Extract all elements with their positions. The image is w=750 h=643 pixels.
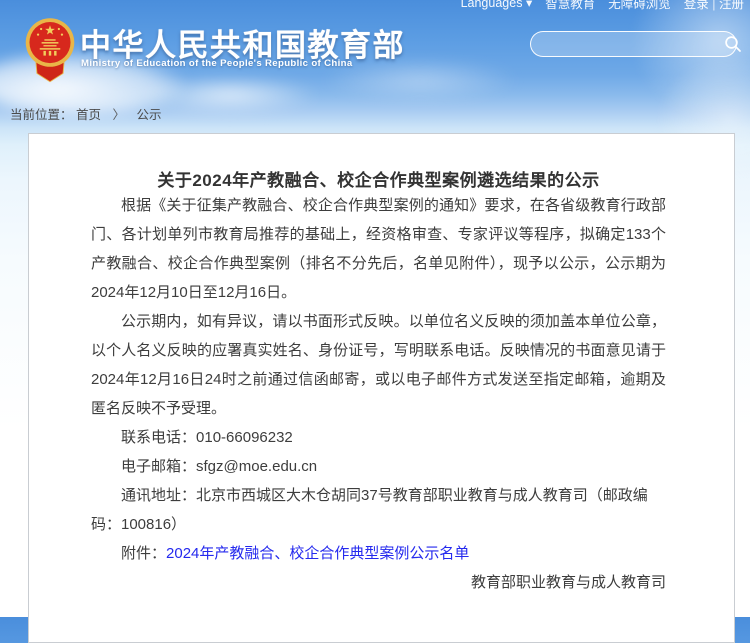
content-card: 关于2024年产教融合、校企合作典型案例遴选结果的公示 根据《关于征集产教融合、… xyxy=(28,133,735,643)
search-input[interactable] xyxy=(531,32,723,56)
top-utility-nav: Languages ▾ 智慧教育 无障碍浏览 登录 | 注册 xyxy=(461,0,744,12)
address-label: 通讯地址： xyxy=(121,487,196,504)
contact-phone-line: 联系电话：010-66096232 xyxy=(91,423,666,452)
email-value: sfgz@moe.edu.cn xyxy=(196,458,317,475)
contact-address-line: 通讯地址：北京市西城区大木仓胡同37号教育部职业教育与成人教育司（邮政编码：10… xyxy=(91,481,666,539)
phone-value: 010-66096232 xyxy=(196,429,293,446)
national-emblem-icon xyxy=(22,15,78,85)
languages-menu[interactable]: Languages ▾ xyxy=(461,0,533,10)
phone-label: 联系电话： xyxy=(121,429,196,446)
article-title: 关于2024年产教融合、校企合作典型案例遴选结果的公示 xyxy=(91,166,666,191)
attachment-line: 附件：2024年产教融合、校企合作典型案例公示名单 xyxy=(91,539,666,568)
languages-label: Languages xyxy=(461,0,523,10)
top-link-register[interactable]: 注册 xyxy=(719,0,744,11)
article-paragraph: 根据《关于征集产教融合、校企合作典型案例的通知》要求，在各省级教育行政部门、各计… xyxy=(91,191,666,307)
top-auth-group: 登录 | 注册 xyxy=(684,0,744,12)
contact-email-line: 电子邮箱：sfgz@moe.edu.cn xyxy=(91,452,666,481)
chevron-down-icon: ▾ xyxy=(526,0,532,10)
attachment-link[interactable]: 2024年产教融合、校企合作典型案例公示名单 xyxy=(166,545,469,562)
site-subtitle-en: Ministry of Education of the People's Re… xyxy=(81,58,353,69)
top-link-smart-education[interactable]: 智慧教育 xyxy=(545,0,595,12)
cloud xyxy=(140,76,320,114)
top-link-login[interactable]: 登录 xyxy=(684,0,709,11)
national-emblem-logo[interactable] xyxy=(22,15,78,85)
divider: | xyxy=(712,0,715,11)
breadcrumb-separator: 〉 xyxy=(113,108,126,122)
signature: 教育部职业教育与成人教育司 xyxy=(91,568,666,597)
search-icon[interactable] xyxy=(723,34,743,54)
top-link-accessibility[interactable]: 无障碍浏览 xyxy=(608,0,671,12)
breadcrumb-home[interactable]: 首页 xyxy=(76,108,101,122)
breadcrumb-label: 当前位置： xyxy=(10,108,73,122)
attachment-label: 附件： xyxy=(121,545,166,562)
breadcrumb: 当前位置： 首页 〉 公示 xyxy=(10,104,162,123)
email-label: 电子邮箱： xyxy=(121,458,196,475)
search-box xyxy=(530,31,737,57)
breadcrumb-current: 公示 xyxy=(137,108,162,122)
dandelion-glow xyxy=(630,0,750,125)
article-paragraph: 公示期内，如有异议，请以书面形式反映。以单位名义反映的须加盖本单位公章，以个人名… xyxy=(91,307,666,423)
